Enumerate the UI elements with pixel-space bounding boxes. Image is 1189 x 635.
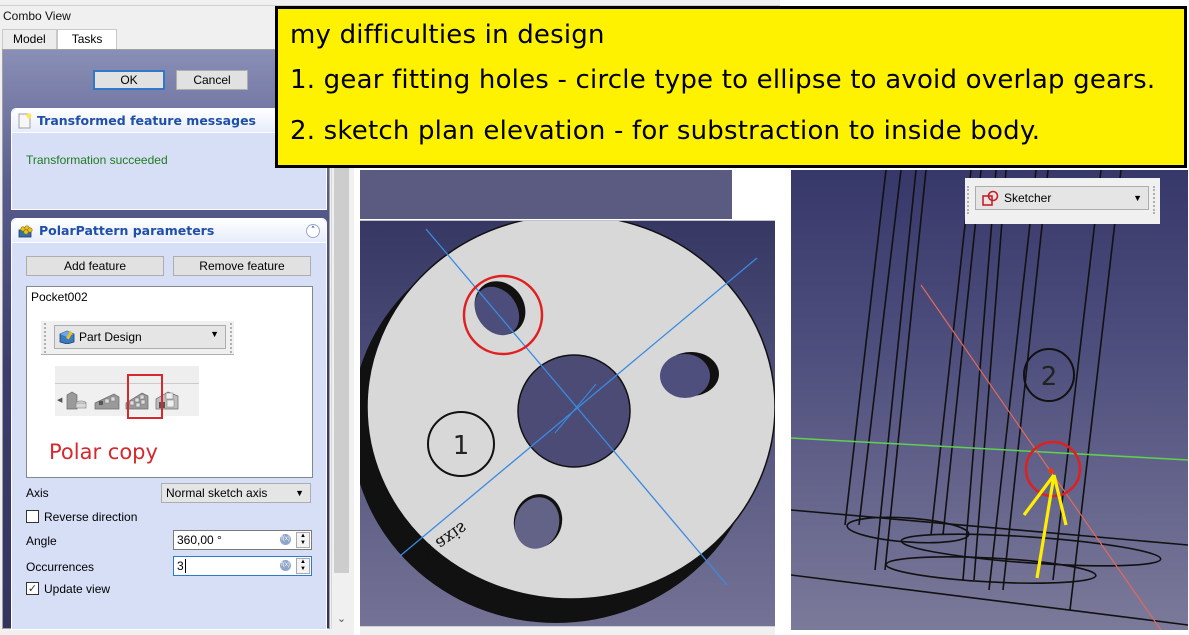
toolbar-grip[interactable] (230, 323, 233, 353)
mirrored-icon[interactable] (64, 389, 90, 411)
occurrences-value: 3 (177, 559, 184, 573)
spin-arrows-icon[interactable]: ▲ ▼ (296, 558, 310, 574)
remove-feature-button[interactable]: Remove feature (173, 256, 311, 276)
document-note-icon (18, 113, 32, 128)
toolbar-grip[interactable] (44, 323, 47, 353)
toolbar-grip[interactable] (1153, 186, 1156, 214)
combo-view-tabs: Model Tasks (2, 29, 118, 50)
angle-input[interactable]: 360,00 ° f(x) ▲ ▼ (173, 530, 312, 550)
workbench-toolbar: Part Design ▼ (41, 321, 234, 355)
toolbar-grip[interactable] (967, 186, 970, 214)
double-chevron-up-icon[interactable]: ˄ (306, 224, 320, 238)
gear-model-view: X axis 1 (360, 221, 775, 623)
add-feature-button[interactable]: Add feature (26, 256, 164, 276)
sketcher-icon (982, 190, 999, 206)
axis-label: Axis (26, 486, 49, 500)
horizontal-axis-line (791, 437, 1188, 461)
dropdown-arrow-icon: ▼ (295, 488, 304, 498)
occurrences-label: Occurrences (26, 560, 95, 574)
axis-select-value: Normal sketch axis (166, 486, 268, 500)
3d-viewport-sketch[interactable]: 2 (791, 170, 1188, 630)
text-cursor (184, 559, 186, 573)
occurrences-input[interactable]: 3 f(x) ▲ ▼ (173, 556, 312, 576)
polar-copy-annotation: Polar copy (49, 440, 158, 464)
feature-list-item[interactable]: Pocket002 (31, 290, 88, 304)
scroll-down-icon[interactable]: ⌄ (335, 613, 348, 625)
update-view-checkbox[interactable]: ✓ (26, 582, 39, 595)
workbench-selector[interactable]: Sketcher ▼ (975, 186, 1149, 210)
combo-view-title: Combo View (3, 9, 71, 23)
update-view-label: Update view (44, 582, 111, 596)
axis-select[interactable]: Normal sketch axis ▼ (161, 483, 311, 503)
workbench-selector[interactable]: Part Design ▼ (54, 325, 226, 349)
viewport-status-strip (360, 626, 775, 635)
workbench-selector-label: Part Design (79, 330, 142, 344)
expression-icon[interactable]: f(x) (280, 534, 291, 545)
screenshot-root: Combo View Model Tasks OK Cancel Transfo… (0, 0, 1189, 635)
reverse-direction-label: Reverse direction (44, 510, 138, 524)
reverse-direction-checkbox[interactable] (26, 510, 39, 523)
polar-pattern-parameters-panel: PolarPattern parameters ˄ Add feature Re… (11, 218, 327, 630)
marker-1-label: 1 (453, 431, 470, 461)
difficulties-callout: my difficulties in design 1. gear fittin… (275, 6, 1187, 168)
toolbar-expander-icon[interactable]: ◀ (57, 396, 62, 404)
angle-value: 360,00 ° (177, 533, 222, 547)
tab-tasks[interactable]: Tasks (56, 29, 118, 50)
origin-point (1048, 468, 1054, 474)
polar-copy-highlight-box (127, 374, 163, 419)
callout-heading: my difficulties in design (290, 20, 605, 50)
polar-panel-title: PolarPattern parameters (39, 223, 215, 238)
polar-panel-header[interactable]: PolarPattern parameters ˄ (12, 219, 326, 243)
3d-viewport-strip (360, 170, 732, 219)
part-design-icon (59, 330, 75, 344)
transformation-status-text: Transformation succeeded (26, 153, 168, 167)
sketcher-workbench-toolbar: Sketcher ▼ (965, 178, 1160, 224)
linear-pattern-icon[interactable] (94, 389, 120, 411)
spin-arrows-icon[interactable]: ▲ ▼ (296, 532, 310, 548)
messages-panel-title: Transformed feature messages (37, 113, 256, 128)
tab-model[interactable]: Model (2, 29, 57, 49)
workbench-selector-label: Sketcher (1004, 191, 1052, 205)
dropdown-arrow-icon: ▼ (1133, 193, 1142, 203)
feature-list[interactable]: Pocket002 Part Design ▼ ◀ Polar copy (26, 286, 313, 478)
3d-viewport-gear[interactable]: X axis 1 (360, 220, 775, 627)
vertical-axis-line (920, 284, 1162, 630)
expression-icon[interactable]: f(x) (280, 560, 291, 571)
ok-button[interactable]: OK (93, 70, 165, 90)
marker-2-label: 2 (1041, 362, 1058, 392)
callout-item-1: 1. gear fitting holes - circle type to e… (290, 65, 1156, 95)
angle-label: Angle (26, 534, 57, 548)
polar-pattern-icon (18, 224, 33, 237)
wireframe-edges (791, 170, 1188, 626)
dropdown-arrow-icon: ▼ (210, 329, 219, 339)
cancel-button[interactable]: Cancel (176, 70, 248, 90)
callout-item-2: 2. sketch plan elevation - for substract… (290, 116, 1041, 146)
sketch-wireframe-view: 2 (791, 170, 1188, 630)
